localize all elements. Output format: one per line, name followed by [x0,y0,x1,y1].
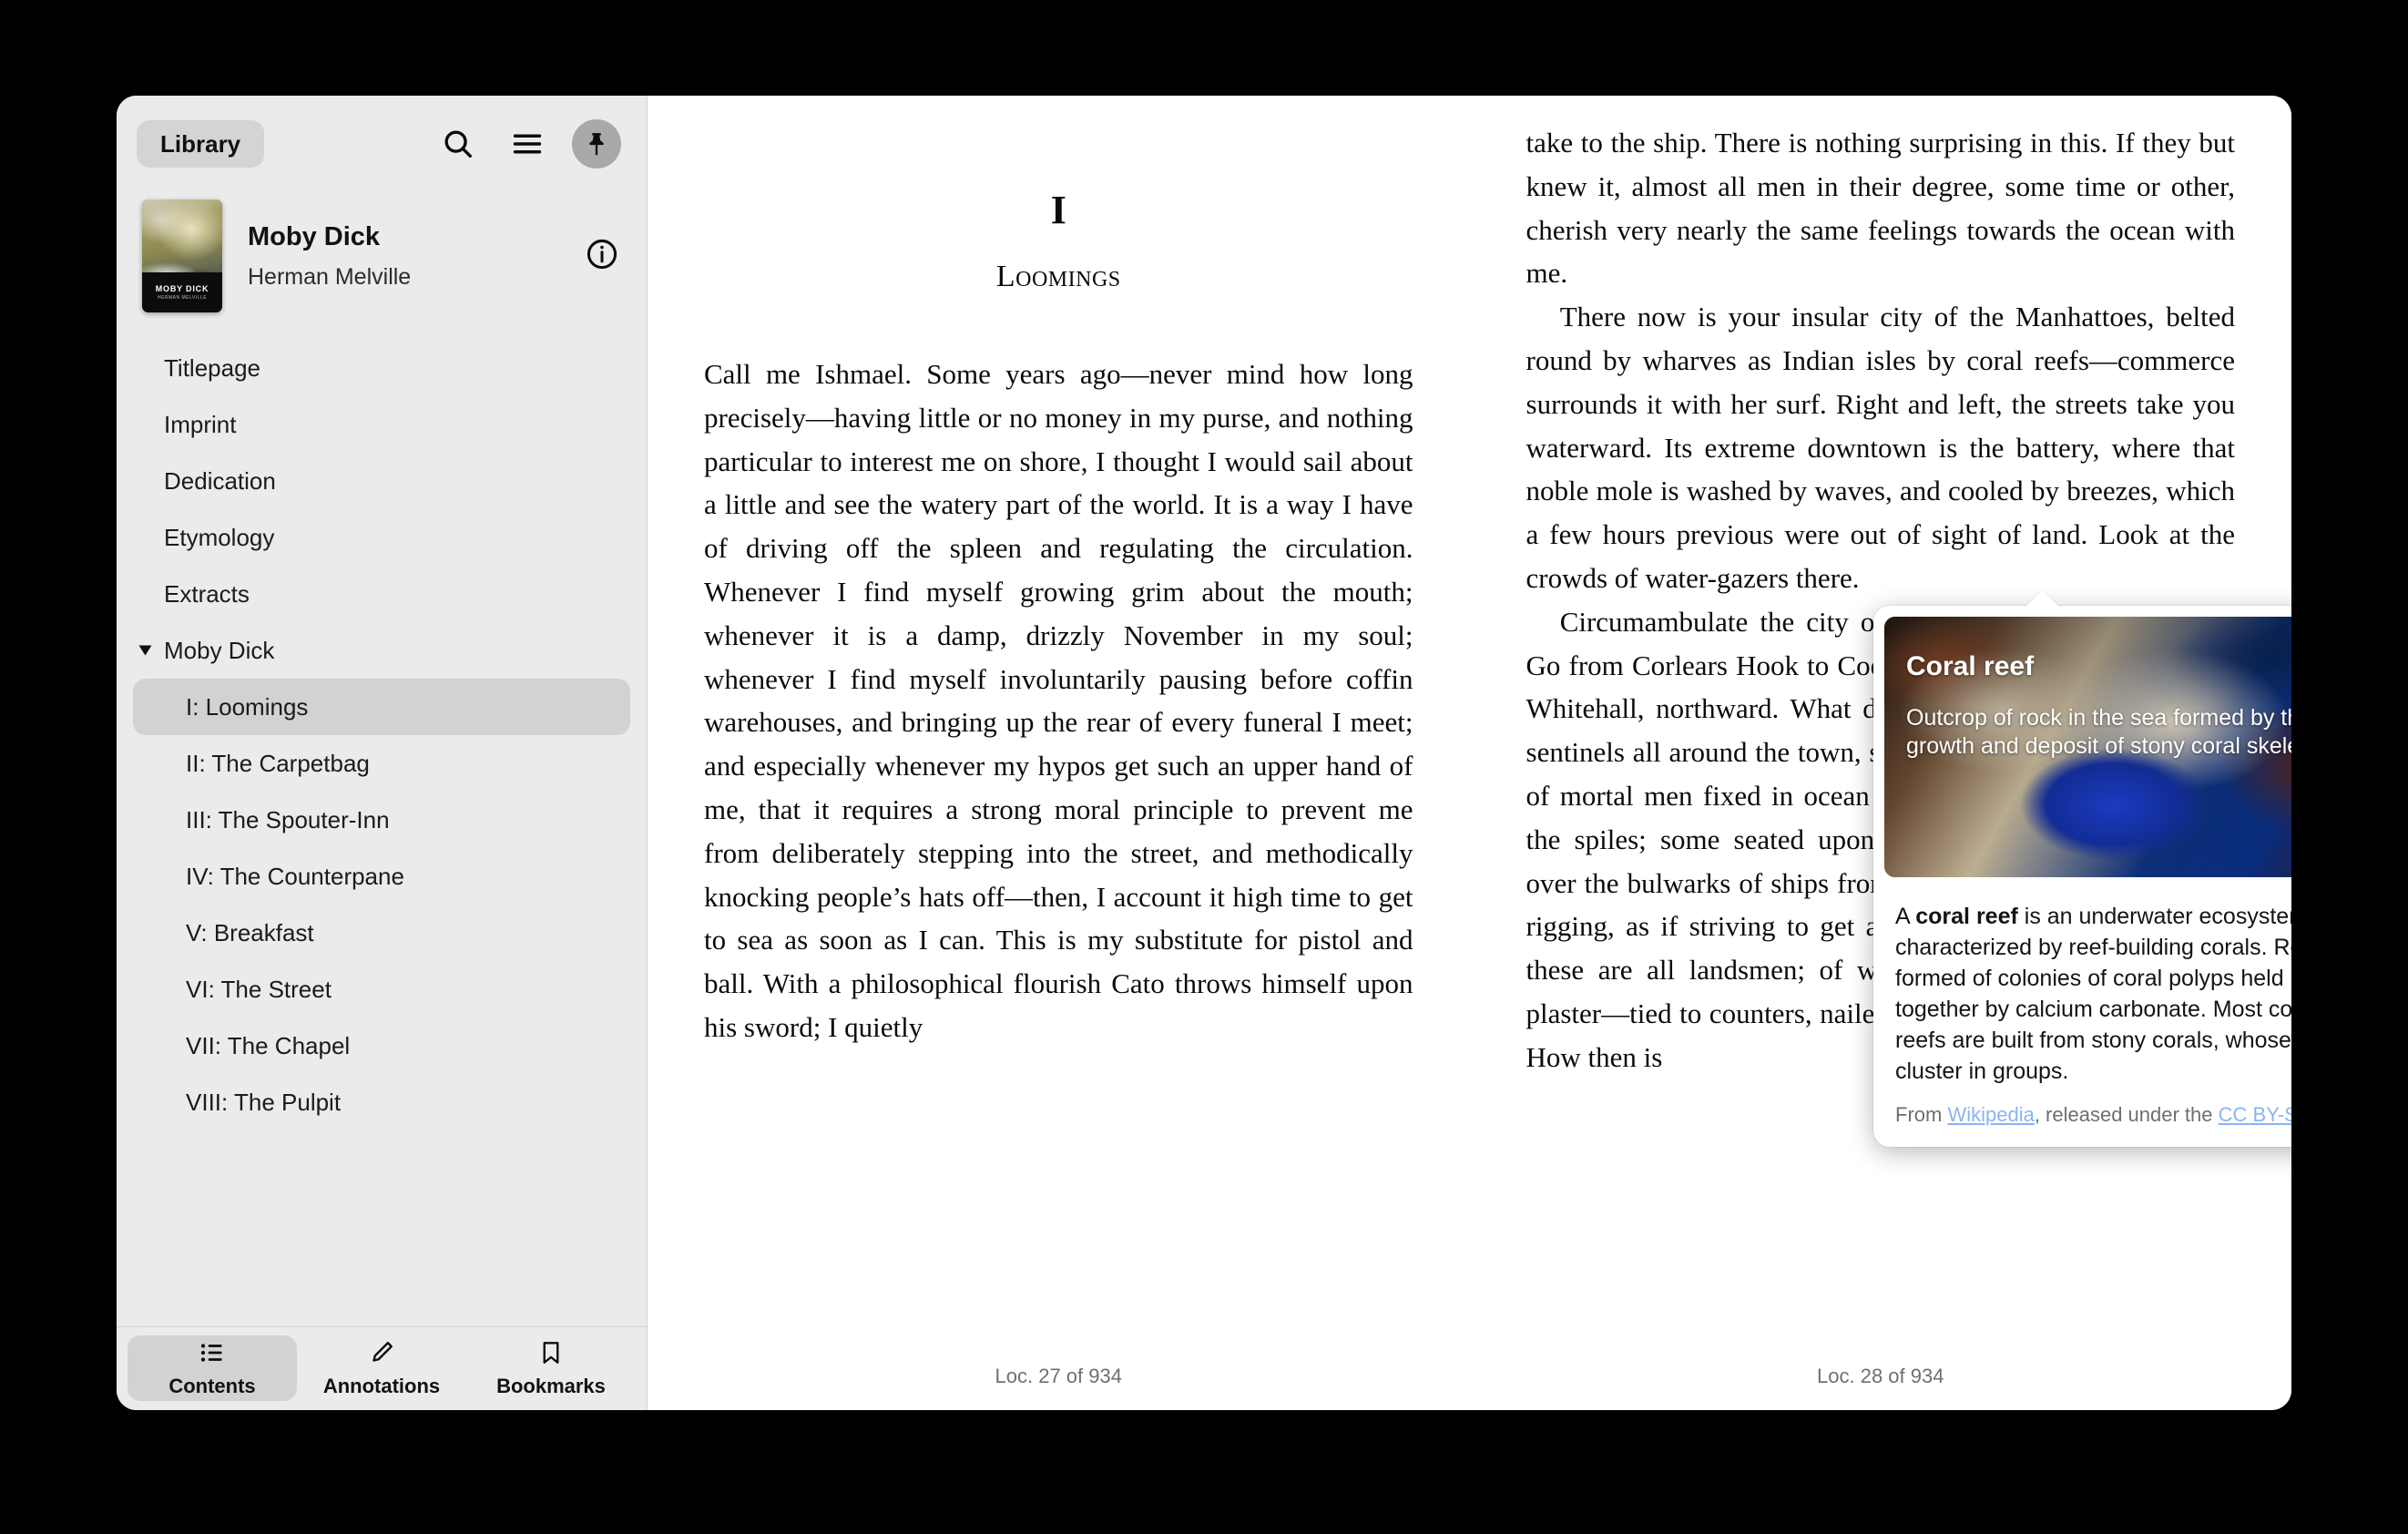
toc-item[interactable]: I: Loomings [133,679,630,735]
popup-credit: From Wikipedia, released under the CC BY… [1873,1087,2291,1147]
credit-prefix: From [1895,1103,1948,1126]
reader-window: Library MOBY DICK HERMAN MELVILLE Moby D… [117,96,2291,1410]
popup-hero-text: Coral reef Outcrop of rock in the sea fo… [1906,653,2291,761]
page-left-text: Call me Ishmael. Some years ago—never mi… [704,353,1413,1049]
paragraph: take to the ship. There is nothing surpr… [1525,127,2236,290]
toc-item[interactable]: Moby Dick [133,622,630,679]
toc-item[interactable]: V: Breakfast [133,905,630,961]
toc-item[interactable]: II: The Carpetbag [133,735,630,792]
tab-bookmarks[interactable]: Bookmarks [466,1335,636,1401]
popup-body-prefix: A [1895,904,1916,929]
bookmark-icon [537,1339,565,1371]
toc-item[interactable]: VIII: The Pulpit [133,1074,630,1130]
popup-hero-image: Coral reef Outcrop of rock in the sea fo… [1884,617,2291,877]
toc-item[interactable]: VII: The Chapel [133,1018,630,1074]
hamburger-menu-icon[interactable] [503,119,552,169]
toc-item-label: Extracts [164,579,250,608]
toc-item-label: VI: The Street [186,975,332,1003]
sidebar-tabbar: Contents Annotations Bookmarks [117,1326,647,1410]
table-of-contents[interactable]: Titlepage Imprint Dedication Etymology Extra… [117,334,647,1326]
popup-body: A coral reef is an underwater ecosystem … [1873,888,2291,1087]
popup-title: Coral reef [1906,651,2035,681]
toc-item-label: Dedication [164,466,276,495]
wikipedia-link[interactable]: Wikipedia [1947,1103,2034,1126]
tab-annotations[interactable]: Annotations [297,1335,466,1401]
toc-item[interactable]: VI: The Street [133,961,630,1018]
pencil-icon [368,1339,395,1371]
book-title: Moby Dick [248,222,381,252]
library-button[interactable]: Library [137,120,265,168]
info-circle-icon[interactable] [585,237,619,276]
tab-label: Annotations [322,1375,441,1397]
toc-item-label: Etymology [164,523,275,551]
paragraph: There now is your insular city of the Ma… [1525,301,2236,594]
toc-item[interactable]: Extracts [133,566,630,622]
book-author: Herman Melville [248,263,412,290]
license-link[interactable]: CC BY-SA [2219,1103,2291,1126]
toc-item-label: Moby Dick [164,636,275,664]
book-meta: Moby Dick Herman Melville [248,221,585,291]
pin-icon[interactable] [572,119,621,169]
cover-author: HERMAN MELVILLE [157,295,208,301]
toc-item[interactable]: IV: The Counterpane [133,848,630,905]
toc-item-label: VII: The Chapel [186,1031,351,1059]
toc-item-label: II: The Carpetbag [186,749,370,777]
tab-label: Bookmarks [496,1375,606,1397]
reader-content: I Loomings Call me Ishmael. Some years a… [648,96,2291,1410]
toc-item-label: IV: The Counterpane [186,862,404,890]
search-icon[interactable] [434,119,483,169]
toc-item[interactable]: Dedication [133,453,630,509]
popup-body-term: coral reef [1915,904,2018,929]
credit-middle: , released under the [2034,1103,2219,1126]
popup-subtitle: Outcrop of rock in the sea formed by the… [1906,705,2291,759]
chevron-down-icon[interactable] [138,645,152,656]
sidebar-header: Library [117,96,647,176]
list-bullets-icon [199,1339,226,1371]
dictionary-popup[interactable]: Coral reef Outcrop of rock in the sea fo… [1873,606,2291,1147]
paragraph: Call me Ishmael. Some years ago—never mi… [704,358,1413,1043]
book-cover-thumbnail[interactable]: MOBY DICK HERMAN MELVILLE [142,199,222,312]
page-right-location: Loc. 28 of 934 [1817,1365,1944,1387]
cover-band: MOBY DICK HERMAN MELVILLE [142,272,222,312]
toc-item-label: Titlepage [164,353,260,382]
chapter-number: I [1050,188,1066,232]
toc-item[interactable]: Etymology [133,509,630,566]
toc-item[interactable]: Imprint [133,396,630,453]
toc-item-label: I: Loomings [186,692,309,721]
toc-item-label: VIII: The Pulpit [186,1088,342,1116]
book-summary: MOBY DICK HERMAN MELVILLE Moby Dick Herm… [117,176,647,334]
popup-body-rest: is an underwater ecosystem characterized… [1895,904,2291,1084]
toc-item-label: V: Breakfast [186,918,314,946]
toc-item[interactable]: III: The Spouter-Inn [133,792,630,848]
tab-label: Contents [168,1375,256,1397]
toc-item[interactable]: Titlepage [133,340,630,396]
toc-item-label: III: The Spouter-Inn [186,805,390,833]
sidebar: Library MOBY DICK HERMAN MELVILLE Moby D… [117,96,648,1410]
chapter-title: Loomings [995,260,1121,293]
tab-contents[interactable]: Contents [128,1335,297,1401]
page-left: I Loomings Call me Ishmael. Some years a… [648,96,1470,1410]
cover-title: MOBY DICK [155,284,209,293]
popup-tail [2026,590,2059,607]
page-left-location: Loc. 27 of 934 [995,1365,1122,1387]
toc-item-label: Imprint [164,410,237,438]
